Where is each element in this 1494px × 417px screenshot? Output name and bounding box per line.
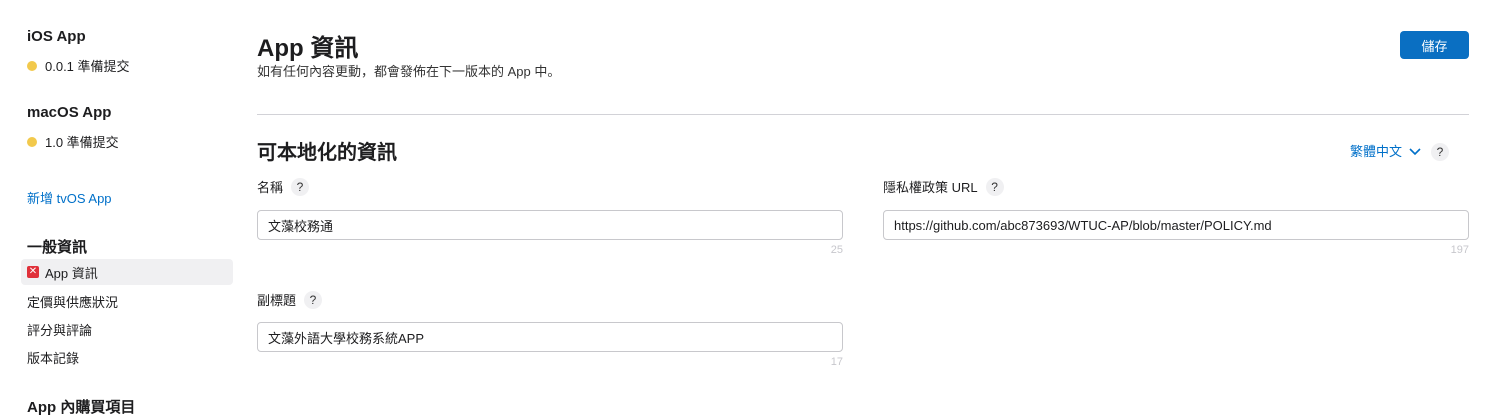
language-label: 繁體中文	[1350, 144, 1403, 159]
sidebar-item-ratings[interactable]: 評分與評論	[27, 320, 92, 339]
language-help-icon[interactable]: ?	[1431, 143, 1449, 161]
name-char-counter: 25	[830, 244, 843, 256]
macos-version-status[interactable]: 1.0 準備提交	[27, 132, 119, 151]
privacy-char-counter: 197	[1450, 244, 1469, 256]
section-title: 可本地化的資訊	[257, 142, 397, 164]
name-label-text: 名稱	[257, 180, 284, 195]
page-title: App 資訊	[257, 35, 359, 62]
sidebar-item-pricing[interactable]: 定價與供應狀況	[27, 292, 118, 311]
subtitle-help-icon[interactable]: ?	[304, 290, 323, 309]
general-info-heading: 一般資訊	[27, 239, 88, 256]
privacy-help-icon[interactable]: ?	[985, 177, 1004, 196]
pending-status-icon	[27, 60, 37, 71]
save-button[interactable]: 儲存	[1400, 31, 1469, 59]
privacy-url-field-label: 隱私權政策 URL ?	[883, 177, 1004, 196]
macos-version-label: 1.0 準備提交	[45, 135, 119, 150]
sidebar-item-version-history[interactable]: 版本記錄	[27, 348, 79, 367]
subtitle-char-counter: 17	[830, 356, 843, 368]
name-input[interactable]	[257, 210, 843, 240]
privacy-url-input[interactable]	[883, 210, 1469, 240]
chevron-down-icon	[1409, 147, 1421, 155]
privacy-label-text: 隱私權政策 URL	[883, 180, 978, 195]
sidebar-item-label: App 資訊	[45, 265, 98, 281]
pending-status-icon	[27, 136, 37, 147]
subtitle-field-label: 副標題 ?	[257, 290, 323, 309]
name-field-label: 名稱 ?	[257, 177, 310, 196]
sidebar-item-app-info[interactable]: ✕ App 資訊	[21, 259, 233, 285]
macos-app-heading[interactable]: macOS App	[27, 104, 111, 121]
language-selector[interactable]: 繁體中文	[1350, 141, 1422, 160]
ios-app-heading[interactable]: iOS App	[27, 28, 86, 45]
subtitle-label-text: 副標題	[257, 293, 297, 308]
error-badge-icon: ✕	[27, 266, 39, 278]
ios-version-status[interactable]: 0.0.1 準備提交	[27, 56, 130, 75]
page-subtitle: 如有任何內容更動，都會發佈在下一版本的 App 中。	[257, 64, 561, 79]
add-tvos-app-link[interactable]: 新增 tvOS App	[27, 188, 112, 207]
in-app-purchases-heading: App 內購買項目	[27, 399, 136, 416]
ios-version-label: 0.0.1 準備提交	[45, 59, 130, 74]
name-help-icon[interactable]: ?	[291, 177, 310, 196]
divider	[257, 114, 1469, 115]
sidebar: iOS App 0.0.1 準備提交 macOS App 1.0 準備提交 新增…	[0, 0, 240, 416]
subtitle-input[interactable]	[257, 322, 843, 352]
